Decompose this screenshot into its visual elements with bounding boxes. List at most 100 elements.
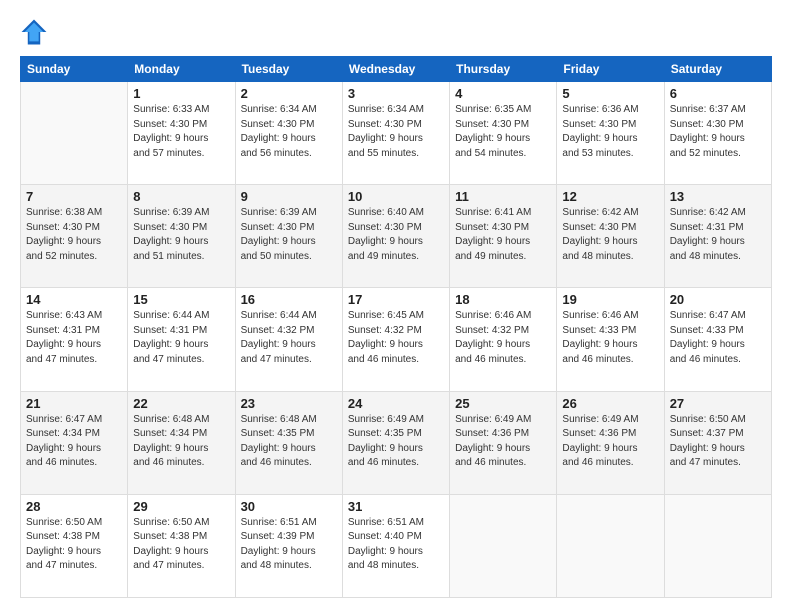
day-number: 9 [241, 189, 337, 204]
day-info: Sunrise: 6:36 AMSunset: 4:30 PMDaylight:… [562, 103, 658, 161]
day-number: 1 [133, 86, 229, 101]
weekday-header-sunday: Sunday [21, 57, 128, 82]
calendar-day-cell: 16Sunrise: 6:44 AMSunset: 4:32 PMDayligh… [235, 288, 342, 391]
weekday-header-friday: Friday [557, 57, 664, 82]
day-info: Sunrise: 6:44 AMSunset: 4:31 PMDaylight:… [133, 309, 229, 367]
weekday-header-thursday: Thursday [450, 57, 557, 82]
calendar-week-row: 1 Sunrise: 6:33 AMSunset: 4:30 PMDaylight… [21, 82, 772, 185]
day-number: 17 [348, 292, 444, 307]
day-info: Sunrise: 6:41 AMSunset: 4:30 PMDaylight:… [455, 206, 551, 264]
day-number: 10 [348, 189, 444, 204]
calendar-day-cell: 30 Sunrise: 6:51 AMSunset: 4:39 PMDayligh… [235, 494, 342, 597]
day-number: 28 [26, 499, 122, 514]
day-info: Sunrise: 6:50 AMSunset: 4:38 PMDaylight:… [26, 516, 122, 574]
day-info: Sunrise: 6:34 AMSunset: 4:30 PMDaylight:… [348, 103, 444, 161]
day-info: Sunrise: 6:42 AMSunset: 4:31 PMDaylight:… [670, 206, 766, 264]
calendar-week-row: 7 Sunrise: 6:38 AMSunset: 4:30 PMDaylight… [21, 185, 772, 288]
calendar-day-cell: 7 Sunrise: 6:38 AMSunset: 4:30 PMDaylight… [21, 185, 128, 288]
calendar-week-row: 28 Sunrise: 6:50 AMSunset: 4:38 PMDayligh… [21, 494, 772, 597]
day-info: Sunrise: 6:49 AMSunset: 4:36 PMDaylight:… [455, 413, 551, 471]
logo [20, 18, 52, 46]
day-info: Sunrise: 6:44 AMSunset: 4:32 PMDaylight:… [241, 309, 337, 367]
day-number: 22 [133, 396, 229, 411]
day-number: 3 [348, 86, 444, 101]
day-number: 31 [348, 499, 444, 514]
weekday-header-row: SundayMondayTuesdayWednesdayThursdayFrid… [21, 57, 772, 82]
day-info: Sunrise: 6:37 AMSunset: 4:30 PMDaylight:… [670, 103, 766, 161]
calendar-day-cell: 20 Sunrise: 6:47 AMSunset: 4:33 PMDayligh… [664, 288, 771, 391]
day-number: 26 [562, 396, 658, 411]
logo-icon [20, 18, 48, 46]
calendar-day-cell: 10 Sunrise: 6:40 AMSunset: 4:30 PMDayligh… [342, 185, 449, 288]
day-number: 2 [241, 86, 337, 101]
calendar-day-cell: 1 Sunrise: 6:33 AMSunset: 4:30 PMDaylight… [128, 82, 235, 185]
calendar-day-cell: 11 Sunrise: 6:41 AMSunset: 4:30 PMDayligh… [450, 185, 557, 288]
day-info: Sunrise: 6:49 AMSunset: 4:36 PMDaylight:… [562, 413, 658, 471]
day-info: Sunrise: 6:47 AMSunset: 4:33 PMDaylight:… [670, 309, 766, 367]
day-info: Sunrise: 6:34 AMSunset: 4:30 PMDaylight:… [241, 103, 337, 161]
calendar-day-cell: 21Sunrise: 6:47 AMSunset: 4:34 PMDayligh… [21, 391, 128, 494]
header [20, 18, 772, 46]
weekday-header-saturday: Saturday [664, 57, 771, 82]
day-number: 7 [26, 189, 122, 204]
calendar-day-cell: 24Sunrise: 6:49 AMSunset: 4:35 PMDayligh… [342, 391, 449, 494]
day-info: Sunrise: 6:48 AMSunset: 4:34 PMDaylight:… [133, 413, 229, 471]
calendar-day-cell: 25 Sunrise: 6:49 AMSunset: 4:36 PMDayligh… [450, 391, 557, 494]
calendar-week-row: 21Sunrise: 6:47 AMSunset: 4:34 PMDayligh… [21, 391, 772, 494]
day-number: 8 [133, 189, 229, 204]
calendar-week-row: 14 Sunrise: 6:43 AMSunset: 4:31 PMDayligh… [21, 288, 772, 391]
day-info: Sunrise: 6:51 AMSunset: 4:40 PMDaylight:… [348, 516, 444, 574]
day-info: Sunrise: 6:46 AMSunset: 4:33 PMDaylight:… [562, 309, 658, 367]
calendar-day-cell: 23 Sunrise: 6:48 AMSunset: 4:35 PMDayligh… [235, 391, 342, 494]
day-info: Sunrise: 6:39 AMSunset: 4:30 PMDaylight:… [241, 206, 337, 264]
day-number: 11 [455, 189, 551, 204]
day-info: Sunrise: 6:45 AMSunset: 4:32 PMDaylight:… [348, 309, 444, 367]
calendar-day-cell: 3 Sunrise: 6:34 AMSunset: 4:30 PMDaylight… [342, 82, 449, 185]
calendar-day-cell: 8 Sunrise: 6:39 AMSunset: 4:30 PMDaylight… [128, 185, 235, 288]
day-info: Sunrise: 6:39 AMSunset: 4:30 PMDaylight:… [133, 206, 229, 264]
day-info: Sunrise: 6:49 AMSunset: 4:35 PMDaylight:… [348, 413, 444, 471]
calendar-day-cell: 28 Sunrise: 6:50 AMSunset: 4:38 PMDayligh… [21, 494, 128, 597]
weekday-header-wednesday: Wednesday [342, 57, 449, 82]
day-info: Sunrise: 6:48 AMSunset: 4:35 PMDaylight:… [241, 413, 337, 471]
calendar-day-cell [557, 494, 664, 597]
day-info: Sunrise: 6:33 AMSunset: 4:30 PMDaylight:… [133, 103, 229, 161]
day-info: Sunrise: 6:40 AMSunset: 4:30 PMDaylight:… [348, 206, 444, 264]
day-number: 23 [241, 396, 337, 411]
day-number: 25 [455, 396, 551, 411]
calendar-day-cell: 6Sunrise: 6:37 AMSunset: 4:30 PMDaylight… [664, 82, 771, 185]
day-info: Sunrise: 6:43 AMSunset: 4:31 PMDaylight:… [26, 309, 122, 367]
day-info: Sunrise: 6:42 AMSunset: 4:30 PMDaylight:… [562, 206, 658, 264]
day-number: 29 [133, 499, 229, 514]
day-number: 27 [670, 396, 766, 411]
day-number: 30 [241, 499, 337, 514]
day-info: Sunrise: 6:46 AMSunset: 4:32 PMDaylight:… [455, 309, 551, 367]
calendar-day-cell: 14 Sunrise: 6:43 AMSunset: 4:31 PMDayligh… [21, 288, 128, 391]
calendar-day-cell: 17 Sunrise: 6:45 AMSunset: 4:32 PMDayligh… [342, 288, 449, 391]
day-number: 15 [133, 292, 229, 307]
day-info: Sunrise: 6:51 AMSunset: 4:39 PMDaylight:… [241, 516, 337, 574]
calendar-day-cell [21, 82, 128, 185]
calendar-day-cell: 4 Sunrise: 6:35 AMSunset: 4:30 PMDaylight… [450, 82, 557, 185]
weekday-header-tuesday: Tuesday [235, 57, 342, 82]
calendar-day-cell: 27 Sunrise: 6:50 AMSunset: 4:37 PMDayligh… [664, 391, 771, 494]
day-info: Sunrise: 6:50 AMSunset: 4:38 PMDaylight:… [133, 516, 229, 574]
page: SundayMondayTuesdayWednesdayThursdayFrid… [0, 0, 792, 612]
day-info: Sunrise: 6:35 AMSunset: 4:30 PMDaylight:… [455, 103, 551, 161]
calendar-day-cell: 9 Sunrise: 6:39 AMSunset: 4:30 PMDaylight… [235, 185, 342, 288]
day-number: 20 [670, 292, 766, 307]
calendar-table: SundayMondayTuesdayWednesdayThursdayFrid… [20, 56, 772, 598]
day-number: 21 [26, 396, 122, 411]
day-number: 4 [455, 86, 551, 101]
day-info: Sunrise: 6:38 AMSunset: 4:30 PMDaylight:… [26, 206, 122, 264]
day-number: 5 [562, 86, 658, 101]
day-number: 19 [562, 292, 658, 307]
calendar-day-cell: 12Sunrise: 6:42 AMSunset: 4:30 PMDayligh… [557, 185, 664, 288]
day-info: Sunrise: 6:50 AMSunset: 4:37 PMDaylight:… [670, 413, 766, 471]
calendar-day-cell: 22 Sunrise: 6:48 AMSunset: 4:34 PMDayligh… [128, 391, 235, 494]
day-number: 14 [26, 292, 122, 307]
calendar-day-cell: 31 Sunrise: 6:51 AMSunset: 4:40 PMDayligh… [342, 494, 449, 597]
calendar-day-cell: 26 Sunrise: 6:49 AMSunset: 4:36 PMDayligh… [557, 391, 664, 494]
calendar-day-cell: 15 Sunrise: 6:44 AMSunset: 4:31 PMDayligh… [128, 288, 235, 391]
day-number: 18 [455, 292, 551, 307]
